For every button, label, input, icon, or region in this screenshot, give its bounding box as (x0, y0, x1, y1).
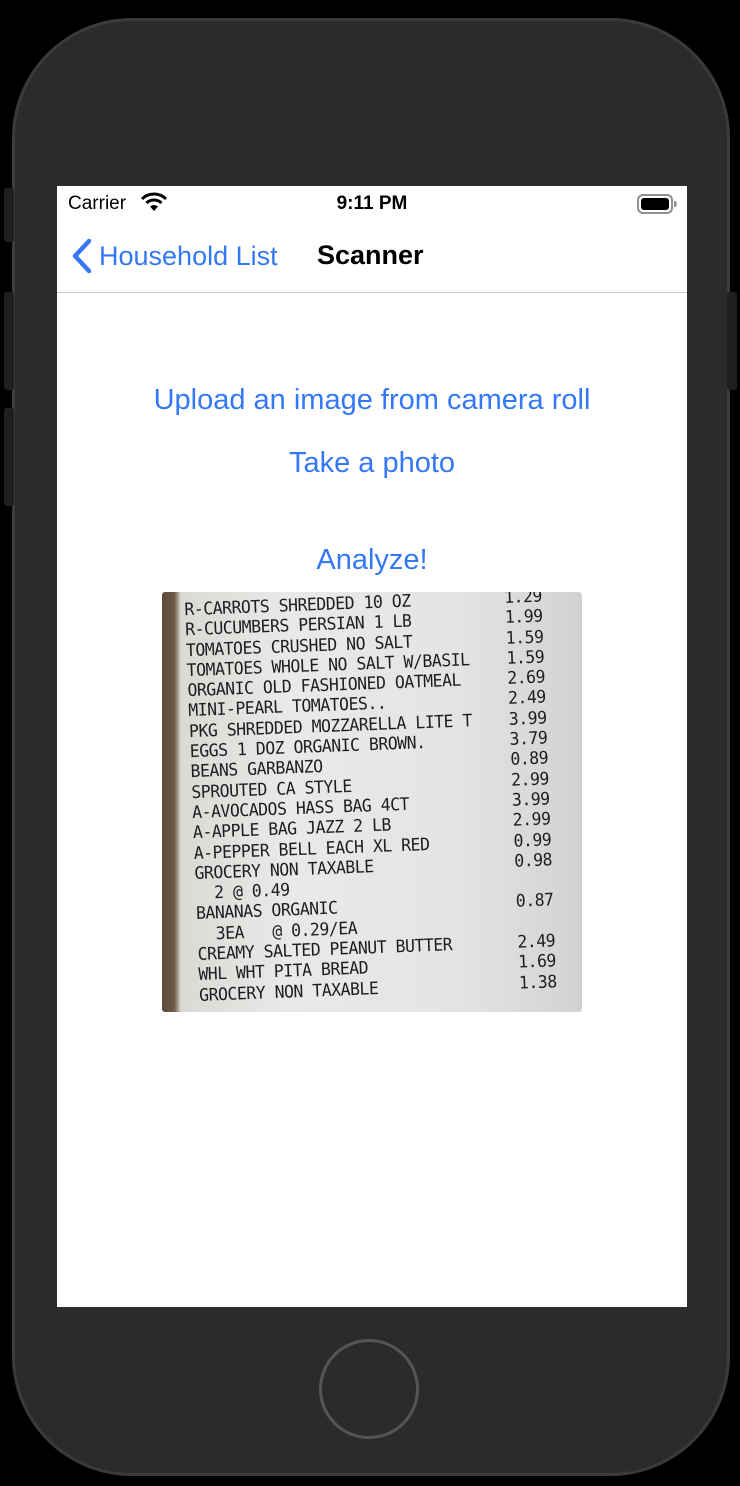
receipt-item-price: 2.99 (510, 768, 550, 790)
receipt-item-price: 1.99 (504, 606, 544, 628)
receipt-item-price: 0.98 (513, 849, 553, 871)
receipt-text: R-CARROTS SHREDDED 10 OZ 1.29 R-CUCUMBERS … (184, 592, 582, 1006)
receipt-item-price: 1.69 (517, 950, 557, 973)
receipt-item-price: 0.87 (515, 889, 554, 912)
receipt-item-price: 2.49 (507, 687, 547, 709)
receipt-item-price: 3.99 (511, 788, 551, 810)
receipt-item-price: 0.99 (513, 829, 552, 851)
receipt-item-price: 0.89 (509, 748, 549, 770)
receipt-item-price: 2.49 (516, 930, 556, 952)
receipt-item-price: 1.59 (506, 646, 545, 668)
status-bar: Carrier 9:11 PM (57, 186, 687, 222)
chevron-left-icon (72, 238, 92, 274)
back-button-label: Household List (99, 240, 278, 271)
analyze-button[interactable]: Analyze! (57, 544, 687, 577)
receipt-item-price: 1.38 (518, 971, 558, 993)
receipt-item-price: 3.79 (509, 727, 548, 750)
page-title: Scanner (317, 240, 424, 270)
receipt-image: R-CARROTS SHREDDED 10 OZ 1.29 R-CUCUMBERS … (162, 592, 582, 1012)
home-button[interactable] (319, 1339, 419, 1439)
volume-down-button (4, 408, 14, 506)
battery-icon (637, 194, 677, 220)
status-time: 9:11 PM (336, 193, 408, 214)
power-button (727, 292, 737, 390)
receipt-item-price: 1.59 (505, 626, 544, 648)
take-photo-button[interactable]: Take a photo (57, 447, 687, 480)
mute-switch (4, 188, 14, 242)
receipt-item-price: 2.99 (512, 808, 551, 831)
upload-image-button[interactable]: Upload an image from camera roll (57, 384, 687, 417)
app-screen: Carrier 9:11 PM Household List Scanner U… (57, 186, 687, 1307)
receipt-item-price: 3.99 (508, 707, 547, 729)
volume-up-button (4, 292, 14, 390)
receipt-item-price: 1.29 (503, 592, 543, 608)
receipt-item-price: 2.69 (506, 666, 546, 689)
back-button[interactable]: Household List (71, 236, 278, 276)
navigation-bar: Household List Scanner (57, 222, 687, 293)
